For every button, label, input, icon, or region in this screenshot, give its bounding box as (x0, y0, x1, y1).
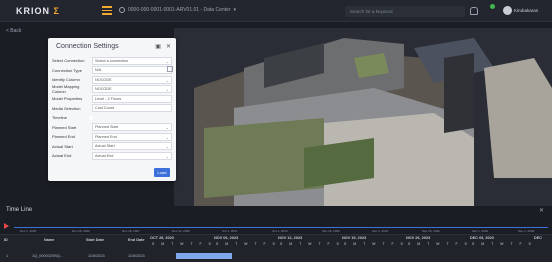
row-name[interactable]: 1Q_000002VBQ... (32, 254, 63, 258)
app-logo[interactable]: KRION Σ (16, 6, 60, 16)
breadcrumb[interactable]: 0000-000-0001-0001-ARV01.01 - Data Cente… (119, 7, 236, 13)
chevron-down-icon: ⌄ (165, 153, 169, 159)
field-label: Timeline (52, 115, 67, 121)
row-timeline: Timeline (52, 113, 172, 123)
row-identity-column: Identity Column NOCODE ⌄ (52, 75, 172, 85)
connection-settings-panel: Connection Settings ▣ ✕ Select Connectio… (48, 38, 176, 181)
row-end-date[interactable]: 11/5/2023 (128, 254, 145, 258)
timeline-track[interactable] (14, 227, 548, 228)
week-header: NOV 19, 2023 (342, 236, 367, 240)
select-connection-dropdown[interactable]: Select a connection ⌄ (92, 56, 172, 65)
identity-column-dropdown[interactable]: NOCODE ⌄ (92, 75, 172, 84)
field-label: Planned End (52, 134, 75, 140)
column-header-name[interactable]: Name (44, 238, 54, 242)
scale-label: Dec 12, 2030 (172, 229, 190, 233)
row-actual-start: Actual Start Actual Start ⌄ (52, 142, 172, 152)
panel-title: Connection Settings (56, 43, 119, 50)
chevron-down-icon: ⌄ (165, 87, 169, 93)
field-label: Actual Start (52, 143, 73, 149)
week-header: DEC 03, 2023 (470, 236, 494, 240)
load-button[interactable]: Load (154, 168, 170, 177)
chevron-down-icon: ⌄ (165, 144, 169, 150)
expand-icon[interactable] (167, 66, 173, 72)
column-header-start[interactable]: Start Date (86, 238, 104, 242)
media-selection-field[interactable]: Cost Count (92, 104, 172, 113)
scale-label: Sep 1, 2030 (472, 229, 489, 233)
building-model (174, 28, 552, 206)
search-input[interactable]: Search for a keyword (345, 6, 465, 17)
play-icon[interactable] (4, 223, 9, 229)
globe-icon (119, 7, 125, 13)
week-header: DEC (534, 236, 543, 240)
scale-label: Sep 16, 2030 (422, 229, 440, 233)
row-connection-type: Connection Type N/A ⌄ (52, 66, 172, 76)
day-labels: S M T W T F S (408, 242, 470, 246)
3d-model-viewport[interactable] (174, 28, 552, 206)
avatar[interactable] (503, 6, 512, 15)
model-properties-field[interactable]: Level - 2 Floors (92, 94, 172, 103)
field-label: Model Properties (52, 96, 83, 102)
planned-end-dropdown[interactable]: Planned End ⌄ (92, 132, 172, 141)
week-header: NOV 12, 2023 (278, 236, 303, 240)
username[interactable]: Kirubakaran (514, 8, 538, 13)
column-header-id[interactable]: ID (4, 238, 8, 242)
notification-badge (490, 4, 495, 9)
field-label: Select Connection (52, 58, 85, 64)
timeline-title: Time Line (6, 207, 33, 213)
day-labels: S M T W T F S (472, 242, 534, 246)
scale-label: Sep 1, 2031 (372, 229, 389, 233)
row-select-connection: Select Connection Select a connection ⌄ (52, 56, 172, 66)
scale-label: Sep 1, 2040 (518, 229, 535, 233)
day-labels: S M T W T F S (152, 242, 214, 246)
day-labels: S M T W T F S (344, 242, 406, 246)
actual-end-dropdown[interactable]: Actual End ⌄ (92, 151, 172, 160)
scale-label: Oct 1, 2011 (222, 229, 238, 233)
model-mapping-dropdown[interactable]: NOCODE ⌄ (92, 85, 172, 94)
close-icon[interactable]: ✕ (166, 43, 171, 50)
day-labels: S M T W T F S (280, 242, 342, 246)
scale-label: Sep 16, 2030 (322, 229, 340, 233)
row-media-selection: Media Selection Cost Count (52, 104, 172, 114)
chevron-down-icon: ⌄ (165, 77, 169, 83)
copy-icon[interactable]: ▣ (155, 43, 161, 50)
row-planned-end: Planned End Planned End ⌄ (52, 132, 172, 142)
bell-icon[interactable] (470, 7, 478, 15)
breadcrumb-label: 0000-000-0001-0001-ARV01.01 - Data Cente… (128, 7, 231, 13)
row-model-properties: Model Properties Level - 2 Floors (52, 94, 172, 104)
close-icon[interactable]: ✕ (539, 207, 544, 214)
top-bar: KRION Σ 0000-000-0001-0001-ARV01.01 - Da… (0, 0, 552, 22)
week-header: NOV 06, 2023 (214, 236, 239, 240)
field-label: Media Selection (52, 105, 81, 111)
gantt-table: ID Name Start Date End Date OCT 29, 2023… (0, 234, 552, 262)
scale-label: Dec 29, 2026 (72, 229, 90, 233)
field-label: Model Mapping Column (52, 84, 80, 95)
field-label: Connection Type (52, 67, 82, 73)
row-actual-end: Actual End Actual End ⌄ (52, 151, 172, 161)
timeline-scale[interactable]: Dec 1, 2025 Dec 29, 2026 Dec 18, 2027 De… (0, 219, 552, 233)
task-bar[interactable] (176, 253, 232, 259)
scale-label: Dec 18, 2027 (122, 229, 140, 233)
week-header: OCT 29, 2023 (150, 236, 174, 240)
day-labels: S M T W T F S (216, 242, 278, 246)
field-label: Identity Column (52, 77, 80, 83)
row-model-mapping: Model Mapping Column NOCODE ⌄ (52, 84, 172, 95)
field-label: Planned Start (52, 124, 77, 130)
back-button[interactable]: < Back (6, 28, 21, 34)
row-id[interactable]: 1 (6, 254, 8, 258)
chevron-down-icon: ⌄ (165, 58, 169, 64)
actual-start-dropdown[interactable]: Actual Start ⌄ (92, 142, 172, 151)
chevron-down-icon: ⌄ (165, 125, 169, 131)
scale-label: Oct 1, 2030 (272, 229, 288, 233)
planned-start-dropdown[interactable]: Planned Start ⌄ (92, 123, 172, 132)
field-label: Actual End (52, 153, 72, 159)
connection-type-dropdown[interactable]: N/A ⌄ (92, 66, 172, 75)
row-planned-start: Planned Start Planned Start ⌄ (52, 123, 172, 133)
column-header-end[interactable]: End Date (128, 238, 144, 242)
row-start-date[interactable]: 11/5/2023 (88, 254, 105, 258)
menu-icon[interactable] (102, 6, 112, 15)
scale-label: Dec 1, 2025 (20, 229, 37, 233)
chevron-down-icon: ▾ (233, 7, 236, 13)
week-header: NOV 26, 2023 (406, 236, 431, 240)
chevron-down-icon: ⌄ (165, 134, 169, 140)
